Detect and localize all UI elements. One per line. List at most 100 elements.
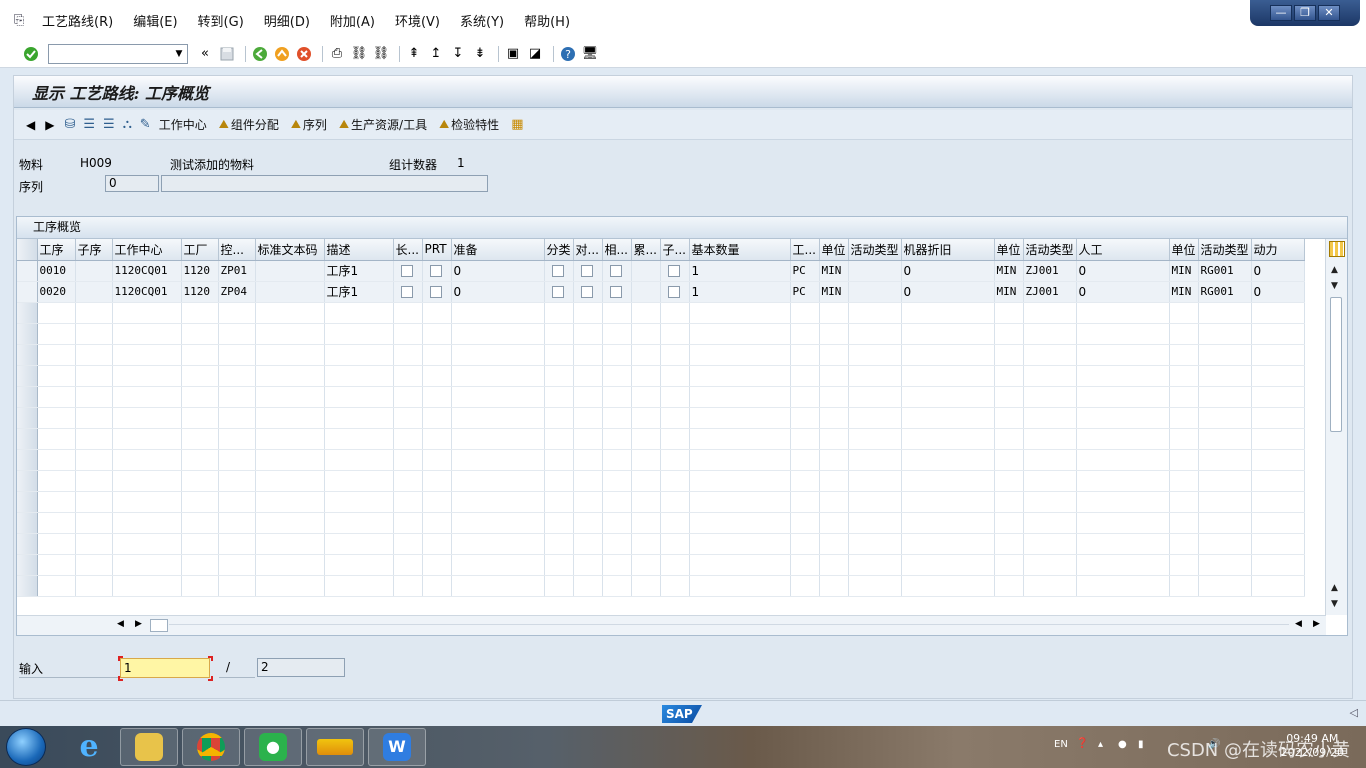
table-cell[interactable] <box>218 407 256 429</box>
table-cell[interactable]: 0010 <box>37 260 76 282</box>
table-row[interactable] <box>17 407 1305 429</box>
table-cell[interactable]: 工序1 <box>324 260 394 282</box>
row-selector[interactable] <box>17 470 38 492</box>
table-cell[interactable] <box>689 533 791 555</box>
table-cell[interactable] <box>1198 323 1252 345</box>
table-cell[interactable] <box>819 554 849 576</box>
table-cell[interactable] <box>573 323 603 345</box>
hierarchy-icon[interactable]: ⛬ <box>123 117 132 132</box>
select-all-header[interactable] <box>17 239 38 261</box>
table-row[interactable] <box>17 344 1305 366</box>
table-cell[interactable] <box>75 449 113 471</box>
table-cell[interactable] <box>544 449 574 471</box>
table-cell[interactable] <box>422 533 452 555</box>
scroll-up-icon[interactable]: ▲ <box>1331 265 1338 275</box>
table-cell[interactable] <box>1169 491 1199 513</box>
table-cell[interactable] <box>631 512 661 534</box>
row-selector[interactable] <box>17 386 38 408</box>
table-cell[interactable] <box>544 386 574 408</box>
table-cell[interactable] <box>324 344 394 366</box>
table-cell[interactable] <box>631 491 661 513</box>
table-cell[interactable]: 1 <box>689 260 791 282</box>
table-row[interactable]: 0020 1120CQ01 1120 ZP04 工序1 0 1 PC MIN 0 MIN ZJ001 0… <box>17 281 1305 303</box>
table-cell[interactable] <box>544 575 574 597</box>
table-cell[interactable] <box>994 470 1024 492</box>
row-selector[interactable] <box>17 554 38 576</box>
first-page-icon[interactable]: ⇞ <box>405 45 423 63</box>
table-cell[interactable] <box>573 302 603 324</box>
table-cell[interactable] <box>218 470 256 492</box>
table-cell[interactable] <box>689 491 791 513</box>
save-icon[interactable] <box>218 45 236 63</box>
table-cell[interactable] <box>660 323 690 345</box>
table-cell[interactable] <box>37 428 76 450</box>
table-cell[interactable] <box>1023 491 1077 513</box>
table-cell[interactable] <box>1076 512 1170 534</box>
table-cell[interactable] <box>901 407 995 429</box>
tray-expand-icon[interactable]: ▴ <box>1098 739 1103 750</box>
table-cell[interactable] <box>422 281 452 303</box>
table-cell[interactable] <box>255 554 325 576</box>
windows-start-icon[interactable] <box>6 728 46 766</box>
table-cell[interactable] <box>848 428 902 450</box>
table-cell[interactable] <box>573 281 603 303</box>
table-cell[interactable] <box>819 470 849 492</box>
table-cell[interactable] <box>451 302 545 324</box>
table-cell[interactable] <box>790 323 820 345</box>
table-cell[interactable] <box>544 323 574 345</box>
table-cell[interactable] <box>422 407 452 429</box>
prt-button[interactable]: ⛰ 生产资源/工具 <box>339 116 427 133</box>
table-cell[interactable] <box>255 491 325 513</box>
checkbox[interactable] <box>580 265 593 277</box>
table-cell[interactable] <box>848 386 902 408</box>
table-cell[interactable] <box>393 428 423 450</box>
table-cell[interactable] <box>255 281 325 303</box>
table-cell[interactable] <box>602 470 632 492</box>
table-cell[interactable] <box>573 344 603 366</box>
table-cell[interactable] <box>112 470 182 492</box>
table-cell[interactable]: ZJ001 <box>1023 260 1077 282</box>
checkbox[interactable] <box>400 286 413 298</box>
table-cell[interactable] <box>660 512 690 534</box>
header-icon[interactable]: ⛁ <box>64 117 75 132</box>
table-cell[interactable] <box>1076 428 1170 450</box>
table-cell[interactable] <box>324 323 394 345</box>
table-cell[interactable] <box>451 533 545 555</box>
scroll-up-page-icon[interactable]: ▲ <box>1331 583 1338 593</box>
table-cell[interactable] <box>112 428 182 450</box>
table-cell[interactable]: MIN <box>1169 260 1199 282</box>
table-cell[interactable]: MIN <box>1169 281 1199 303</box>
table-cell[interactable]: 1120CQ01 <box>112 260 182 282</box>
table-cell[interactable] <box>901 365 995 387</box>
network-tray-icon[interactable]: ▮ <box>1138 739 1144 750</box>
table-cell[interactable] <box>631 365 661 387</box>
table-cell[interactable] <box>631 575 661 597</box>
table-cell[interactable] <box>1076 323 1170 345</box>
last-page-icon[interactable]: ⇟ <box>471 45 489 63</box>
table-cell[interactable] <box>848 365 902 387</box>
table-cell[interactable] <box>1251 449 1305 471</box>
table-cell[interactable] <box>255 323 325 345</box>
table-cell[interactable] <box>631 302 661 324</box>
table-cell[interactable] <box>1076 575 1170 597</box>
table-cell[interactable] <box>848 260 902 282</box>
table-cell[interactable] <box>602 491 632 513</box>
table-cell[interactable] <box>1169 344 1199 366</box>
table-cell[interactable] <box>1076 344 1170 366</box>
table-cell[interactable] <box>37 449 76 471</box>
system-menu-icon[interactable]: ⎘ <box>14 13 30 28</box>
table-cell[interactable] <box>75 281 113 303</box>
table-cell[interactable] <box>181 491 219 513</box>
table-cell[interactable] <box>848 323 902 345</box>
table-cell[interactable]: 1120CQ01 <box>112 281 182 303</box>
wechat-tray-icon[interactable]: ● <box>1118 739 1127 750</box>
chrome-app[interactable] <box>182 728 240 766</box>
table-cell[interactable] <box>1023 344 1077 366</box>
table-cell[interactable] <box>1169 554 1199 576</box>
vertical-scroll-thumb[interactable] <box>1330 297 1342 432</box>
checkbox[interactable] <box>667 286 680 298</box>
table-cell[interactable] <box>112 386 182 408</box>
table-cell[interactable] <box>393 533 423 555</box>
table-cell[interactable] <box>994 344 1024 366</box>
table-cell[interactable] <box>112 533 182 555</box>
